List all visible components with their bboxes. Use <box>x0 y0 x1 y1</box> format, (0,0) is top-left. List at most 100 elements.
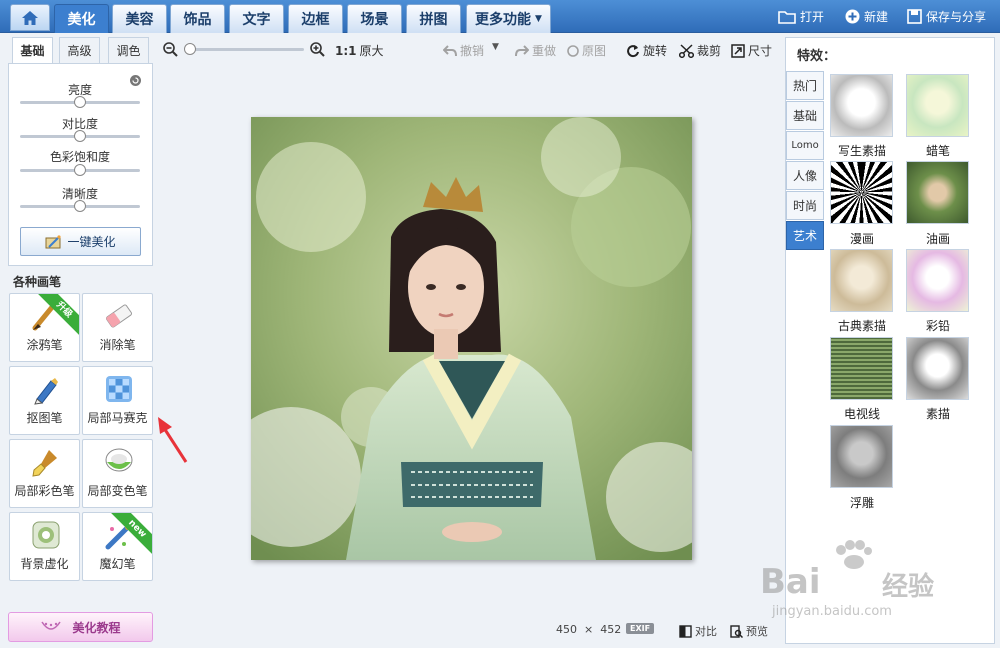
ratio-label: 1:1 <box>335 43 357 58</box>
compare-button[interactable]: 对比 <box>679 623 717 639</box>
brush-label: 消除笔 <box>99 338 136 352</box>
photo-canvas[interactable] <box>251 117 692 560</box>
tab-scene[interactable]: 场景 <box>347 4 402 33</box>
size-button[interactable]: 尺寸 <box>731 42 772 59</box>
brightness-slider[interactable] <box>20 96 140 108</box>
tab-label: 饰品 <box>183 12 212 28</box>
effect-emboss[interactable] <box>830 425 893 488</box>
contrast-slider[interactable] <box>20 130 140 142</box>
undo-icon <box>443 44 457 56</box>
redo-label: 重做 <box>532 44 557 58</box>
brush-label: 局部彩色笔 <box>14 484 75 498</box>
brush-graffiti[interactable]: 升级 涂鸦笔 <box>9 293 80 362</box>
slider-thumb[interactable] <box>74 164 86 176</box>
rotate-icon <box>627 44 639 57</box>
slider-thumb[interactable] <box>74 200 86 212</box>
subtab-label: 调色 <box>116 44 141 58</box>
save-share-button[interactable]: 保存与分享 <box>907 8 986 25</box>
slider-thumb[interactable] <box>74 96 86 108</box>
effect-oil[interactable] <box>906 161 969 224</box>
new-button[interactable]: 新建 <box>845 8 888 25</box>
effect-color-pencil[interactable] <box>906 249 969 312</box>
tab-beautify[interactable]: 美化 <box>54 4 109 33</box>
slider-thumb[interactable] <box>74 130 86 142</box>
preview-button[interactable]: 预览 <box>730 623 768 639</box>
one-key-beautify-button[interactable]: 一键美化 <box>20 227 141 256</box>
effect-sketch[interactable] <box>830 74 893 137</box>
redo-button[interactable]: 重做 <box>515 42 556 59</box>
watermark-brand: Bai <box>760 562 821 602</box>
subtab-color[interactable]: 调色 <box>108 37 149 64</box>
effect-classic-sketch[interactable] <box>830 249 893 312</box>
brush-label: 背景虚化 <box>20 557 69 571</box>
brush-local-color[interactable]: 局部彩色笔 <box>9 439 80 508</box>
undo-button[interactable]: 撤销 <box>443 42 484 59</box>
saturation-slider[interactable] <box>20 164 140 176</box>
effects-tab-portrait[interactable]: 人像 <box>786 161 824 190</box>
zoom-slider[interactable] <box>184 43 304 55</box>
tab-accessories[interactable]: 饰品 <box>170 4 225 33</box>
undo-dropdown[interactable]: ▼ <box>492 42 499 52</box>
open-label: 打开 <box>800 10 825 24</box>
scissors-icon <box>679 43 694 58</box>
effects-tab-basic[interactable]: 基础 <box>786 101 824 130</box>
effects-tab-hot[interactable]: 热门 <box>786 71 824 100</box>
home-button[interactable] <box>10 4 50 31</box>
image-dimensions: 450 × 452 <box>556 623 621 636</box>
tutorial-label: 美化教程 <box>72 620 121 635</box>
zoom-in-icon[interactable] <box>310 42 325 57</box>
tab-more-features[interactable]: 更多功能 ▼ <box>466 4 551 33</box>
tab-label: 美容 <box>125 12 154 28</box>
brush-local-mosaic[interactable]: 局部马赛克 <box>82 366 153 435</box>
brush-label: 涂鸦笔 <box>26 338 63 352</box>
brush-label: 魔幻笔 <box>99 557 136 571</box>
compare-label: 对比 <box>695 625 717 638</box>
circle-icon <box>567 44 579 57</box>
effect-label: 素描 <box>925 407 950 421</box>
tab-beauty[interactable]: 美容 <box>112 4 167 33</box>
brush-magic[interactable]: new 魔幻笔 <box>82 512 153 581</box>
original-button[interactable]: 原图 <box>567 42 606 59</box>
eraser-icon <box>106 304 132 328</box>
rotate-button[interactable]: 旋转 <box>626 42 667 59</box>
brush-cutout[interactable]: 抠图笔 <box>9 366 80 435</box>
tab-text[interactable]: 文字 <box>229 4 284 33</box>
effect-comic[interactable] <box>830 161 893 224</box>
effect-pencil-sketch[interactable] <box>906 337 969 400</box>
zoom-thumb[interactable] <box>184 43 196 55</box>
brush-label: 抠图笔 <box>26 411 63 425</box>
zoom-out-icon[interactable] <box>163 42 178 57</box>
watermark-url: jingyan.baidu.com <box>772 604 892 619</box>
tutorial-button[interactable]: 美化教程 <box>8 612 153 642</box>
effects-tab-label: 基础 <box>792 109 817 123</box>
open-button[interactable]: 打开 <box>778 8 824 25</box>
brush-label: 局部变色笔 <box>87 484 148 498</box>
effect-label: 电视线 <box>843 407 880 421</box>
crop-button[interactable]: 裁剪 <box>679 42 721 59</box>
effects-title: 特效： <box>797 49 837 64</box>
subtab-label: 高级 <box>67 44 92 58</box>
tab-collage[interactable]: 拼图 <box>406 4 461 33</box>
compare-icon <box>679 624 692 638</box>
preview-label: 预览 <box>746 625 768 638</box>
effect-crayon[interactable] <box>906 74 969 137</box>
subtab-advanced[interactable]: 高级 <box>59 37 100 64</box>
brush-eraser[interactable]: 消除笔 <box>82 293 153 362</box>
effects-tab-fashion[interactable]: 时尚 <box>786 191 824 220</box>
subtab-basic[interactable]: 基础 <box>12 37 53 64</box>
effect-tv-lines[interactable] <box>830 337 893 400</box>
effects-tab-art[interactable]: 艺术 <box>786 221 824 250</box>
effects-tab-label: 人像 <box>792 169 817 183</box>
brush-label: 局部马赛克 <box>87 411 148 425</box>
effect-label: 写生素描 <box>837 144 886 158</box>
tab-border[interactable]: 边框 <box>288 4 343 33</box>
effects-tab-lomo[interactable]: Lomo <box>786 131 824 160</box>
new-label: 新建 <box>864 10 889 24</box>
sharpness-slider[interactable] <box>20 200 140 212</box>
brush-local-recolor[interactable]: 局部变色笔 <box>82 439 153 508</box>
effects-tab-label: 热门 <box>792 79 817 93</box>
actual-size-button[interactable]: 1:1 原大 <box>335 42 384 59</box>
effect-label: 彩铅 <box>925 319 950 333</box>
brush-background-blur[interactable]: 背景虚化 <box>9 512 80 581</box>
exif-button[interactable]: EXIF <box>626 623 655 634</box>
